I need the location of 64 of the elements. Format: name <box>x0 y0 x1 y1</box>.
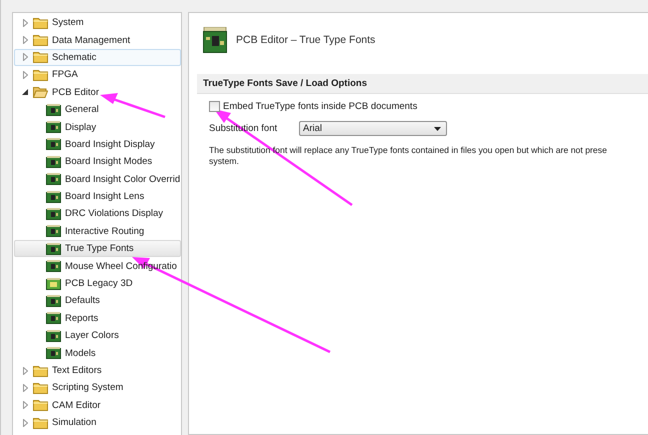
circuit-board-icon <box>46 190 61 203</box>
folder-icon <box>33 51 48 64</box>
circuit-board-icon <box>46 330 61 342</box>
tree-item[interactable]: PCB Editor <box>14 84 181 101</box>
tree-item[interactable]: Board Insight Color Overrid <box>14 170 181 188</box>
tree-item[interactable]: Reports <box>14 310 181 328</box>
circuit-board-icon <box>46 156 61 168</box>
tree-item[interactable]: General <box>14 100 181 118</box>
tree-item[interactable]: FPGA <box>14 66 181 84</box>
circuit-board-icon <box>46 208 61 220</box>
page-title: PCB Editor – True Type Fonts <box>236 34 376 46</box>
folder-icon <box>33 416 48 429</box>
circuit-board-icon <box>46 260 61 272</box>
tree-item[interactable]: Layer Colors <box>14 327 181 344</box>
checkbox-label[interactable]: Embed TrueType fonts inside PCB documents <box>223 101 418 112</box>
tree-item[interactable]: Schematic <box>14 48 181 66</box>
caret-icon <box>434 126 441 130</box>
circuit-board-3d-icon <box>46 278 61 290</box>
tree-item[interactable]: True Type Fonts <box>14 240 181 258</box>
expand-icon[interactable] <box>22 418 28 427</box>
circuit-board-icon <box>46 104 61 116</box>
circuit-board-icon <box>46 242 61 255</box>
circuit-board-icon <box>46 312 61 324</box>
tree-item[interactable]: Simulation <box>14 414 181 432</box>
folder-icon <box>33 68 48 81</box>
tree-item[interactable]: DRC Violations Display <box>14 205 181 223</box>
circuit-board-icon <box>46 225 61 238</box>
font-dropdown[interactable]: Arial <box>299 121 447 136</box>
folder-icon <box>33 382 48 394</box>
expand-icon[interactable] <box>22 366 28 374</box>
tree-item[interactable]: PCB Legacy 3D <box>14 274 181 292</box>
circuit-board-icon <box>46 138 61 150</box>
tree-item[interactable]: Scripting System <box>14 379 181 397</box>
circuit-board-icon <box>46 173 61 186</box>
tree-item[interactable]: Data Management <box>14 31 181 49</box>
section-header: TrueType Fonts Save / Load Options <box>197 74 648 94</box>
expand-icon[interactable] <box>22 70 28 79</box>
tree-item[interactable]: Board Insight Modes <box>14 153 181 171</box>
tree-item[interactable]: Interactive Routing <box>14 222 181 240</box>
tree-item[interactable]: Models <box>14 344 181 362</box>
tree-item[interactable]: Board Insight Display <box>14 136 181 154</box>
tree-item[interactable]: System <box>14 14 181 32</box>
circuit-board-icon <box>46 294 61 307</box>
expand-icon[interactable] <box>22 401 28 410</box>
folder-icon <box>33 364 48 376</box>
circuit-board-icon <box>203 26 227 52</box>
tree-item[interactable]: Text Editors <box>14 362 181 380</box>
circuit-board-icon <box>46 121 61 134</box>
tree-item[interactable]: CAM Editor <box>14 396 181 414</box>
circuit-board-icon <box>46 347 61 360</box>
collapse-icon[interactable] <box>22 89 28 96</box>
description-text: The substitution font will replace any TrueType fonts contained in files you open but which are not prese <box>209 145 607 156</box>
expand-icon[interactable] <box>22 18 28 27</box>
description-text: system. <box>209 156 239 166</box>
folder-icon <box>33 16 48 29</box>
annotation-arrow <box>100 93 166 118</box>
folder-icon <box>33 34 48 46</box>
tree-item[interactable]: Board Insight Lens <box>14 188 181 206</box>
checkbox[interactable] <box>209 101 220 112</box>
tree-item[interactable]: Defaults <box>14 292 181 310</box>
folder-icon <box>33 86 48 98</box>
tree-item[interactable]: Display <box>14 118 181 136</box>
expand-icon[interactable] <box>22 384 28 392</box>
folder-icon <box>33 399 48 412</box>
